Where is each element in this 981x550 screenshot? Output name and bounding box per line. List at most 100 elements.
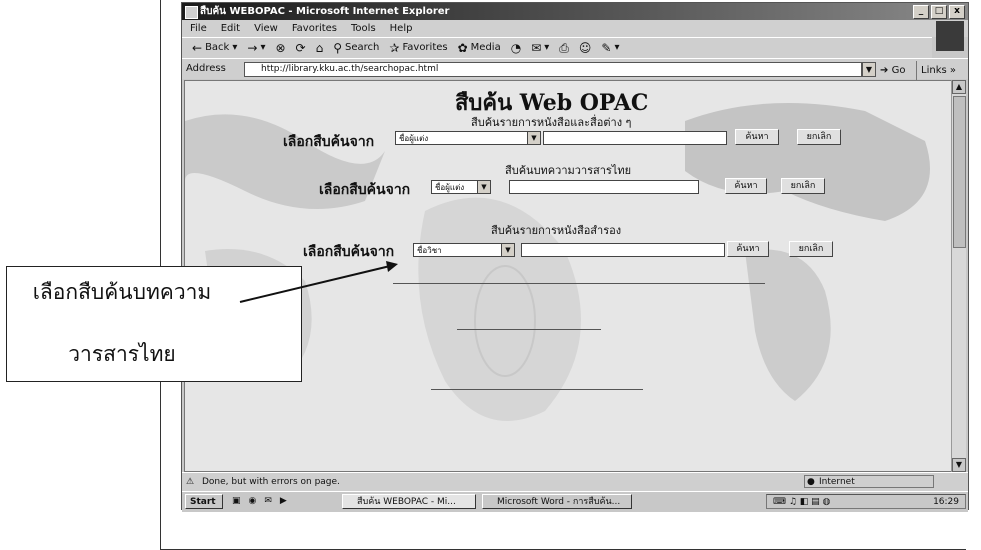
search-input[interactable] [509, 180, 699, 194]
cancel-button[interactable]: ยกเลิก [797, 129, 841, 145]
edit-icon: ✎ [601, 41, 612, 55]
select-value: ชื่อวิชา [417, 246, 442, 255]
tray-icons[interactable]: ⌨ ♫ ◧ ▤ ◍ [773, 495, 830, 510]
close-button[interactable]: x [949, 5, 965, 19]
menu-tools[interactable]: Tools [351, 20, 376, 37]
history-icon: ◔ [510, 41, 522, 55]
link-underline[interactable] [457, 329, 601, 330]
favorites-icon: ✰ [389, 41, 400, 55]
menu-edit[interactable]: Edit [221, 20, 240, 37]
menu-view[interactable]: View [254, 20, 278, 37]
search-button[interactable]: ค้นหา [725, 178, 767, 194]
chevron-down-icon: ▾ [544, 42, 550, 53]
print-icon: ⎙ [559, 41, 569, 55]
task-word-window[interactable]: Microsoft Word - การสืบค้น... [482, 494, 632, 509]
home-button[interactable]: ⌂ [316, 38, 324, 58]
media-icon[interactable]: ▶ [280, 494, 287, 509]
ie-icon [185, 6, 198, 19]
stop-button[interactable]: ⊗ [275, 38, 285, 58]
task-ie-window[interactable]: สืบค้น WEBOPAC - Mi... [342, 494, 476, 509]
media-label: Media [470, 42, 501, 53]
menu-file[interactable]: File [190, 20, 207, 37]
address-bar: Address http://library.kku.ac.th/searcho… [182, 58, 968, 81]
scroll-down-icon[interactable]: ▼ [952, 458, 966, 472]
status-bar: ⚠ Done, but with errors on page. ● Inter… [182, 472, 968, 491]
menu-help[interactable]: Help [390, 20, 413, 37]
search-input[interactable] [521, 243, 725, 257]
favorites-button[interactable]: ✰ Favorites [389, 38, 447, 58]
toolbar: ← Back ▾ → ▾ ⊗ ⟳ ⌂ ⚲ Search ✰ Favorites ✿ Medi… [182, 37, 932, 58]
zone-label: Internet [819, 477, 855, 487]
minimize-button[interactable]: _ [913, 5, 929, 19]
mail-button[interactable]: ✉ ▾ [531, 38, 549, 58]
menu-bar: File Edit View Favorites Tools Help [182, 20, 968, 37]
print-button[interactable]: ⎙ [559, 38, 569, 58]
search-label: Search [345, 42, 380, 53]
ie-icon[interactable]: ◉ [249, 494, 257, 509]
scroll-thumb[interactable] [953, 96, 966, 248]
link-underline[interactable] [393, 283, 765, 284]
home-icon: ⌂ [315, 41, 324, 55]
messenger-icon: ☺ [578, 41, 592, 55]
window-title: สืบค้น WEBOPAC - Microsoft Internet Expl… [200, 6, 450, 17]
address-dropdown-icon[interactable]: ▼ [862, 62, 876, 77]
stop-icon: ⊗ [275, 41, 286, 55]
edit-button[interactable]: ✎ ▾ [601, 38, 619, 58]
messenger-button[interactable]: ☺ [579, 38, 592, 58]
link-underline[interactable] [431, 389, 643, 390]
browser-window: สืบค้น WEBOPAC - Microsoft Internet Expl… [181, 2, 969, 512]
refresh-button[interactable]: ⟳ [296, 38, 306, 58]
chevron-down-icon: ▾ [614, 42, 620, 53]
cancel-button[interactable]: ยกเลิก [789, 241, 833, 257]
search-field-select[interactable]: ชื่อวิชา ▼ [413, 243, 515, 257]
go-label: Go [891, 65, 906, 76]
menu-favorites[interactable]: Favorites [292, 20, 337, 37]
search-from-label: เลือกสืบค้นจาก [319, 182, 411, 198]
vertical-scrollbar[interactable]: ▲ ▼ [951, 80, 966, 472]
desktop-icon[interactable]: ▣ [232, 494, 241, 509]
email-icon[interactable]: ✉ [264, 494, 272, 509]
go-arrow-icon: ➔ [880, 65, 889, 76]
windows-logo-icon [936, 21, 964, 51]
chevron-down-icon: ▼ [477, 181, 490, 193]
search-from-label: เลือกสืบค้นจาก [303, 244, 395, 260]
maximize-button[interactable]: □ [931, 5, 947, 19]
callout-text-line1: เลือกสืบค้นบทความ [32, 280, 212, 304]
page-error-icon[interactable]: ⚠ [186, 473, 194, 491]
history-button[interactable]: ◔ [511, 38, 521, 58]
refresh-icon: ⟳ [295, 41, 306, 55]
media-icon: ✿ [457, 41, 468, 55]
taskbar: Start ▣ ◉ ✉ ▶ สืบค้น WEBOPAC - Mi... Mic… [182, 491, 968, 512]
favorites-label: Favorites [402, 42, 448, 53]
section-subtitle: สืบค้นรายการหนังสือและสื่อต่าง ๆ [471, 116, 632, 129]
select-value: ชื่อผู้แต่ง [435, 183, 465, 192]
system-tray: ⌨ ♫ ◧ ▤ ◍ 16:29 [766, 494, 966, 509]
section-subtitle: สืบค้นรายการหนังสือสำรอง [491, 224, 622, 237]
chevron-down-icon: ▼ [501, 244, 514, 256]
search-icon: ⚲ [333, 41, 343, 55]
cancel-button[interactable]: ยกเลิก [781, 178, 825, 194]
mail-icon: ✉ [531, 41, 542, 55]
address-input[interactable]: http://library.kku.ac.th/searchopac.html [244, 62, 862, 77]
go-button[interactable]: ➔ Go [880, 61, 905, 81]
title-bar[interactable]: สืบค้น WEBOPAC - Microsoft Internet Expl… [182, 3, 968, 20]
select-value: ชื่อผู้แต่ง [399, 134, 429, 143]
start-button[interactable]: Start [185, 494, 223, 509]
search-field-select[interactable]: ชื่อผู้แต่ง ▼ [395, 131, 541, 145]
section-subtitle: สืบค้นบทความวารสารไทย [505, 164, 632, 177]
scroll-up-icon[interactable]: ▲ [952, 80, 966, 94]
forward-button[interactable]: → ▾ [247, 38, 265, 58]
forward-arrow-icon: → [247, 41, 258, 55]
address-label: Address [186, 63, 226, 74]
search-button[interactable]: ⚲ Search [333, 38, 379, 58]
chevron-down-icon: ▾ [232, 42, 238, 53]
search-button[interactable]: ค้นหา [735, 129, 779, 145]
media-button[interactable]: ✿ Media [458, 38, 501, 58]
search-from-label: เลือกสืบค้นจาก [283, 134, 375, 150]
search-field-select[interactable]: ชื่อผู้แต่ง ▼ [431, 180, 491, 194]
links-button[interactable]: Links » [916, 61, 956, 81]
back-button[interactable]: ← Back ▾ [192, 38, 237, 58]
back-arrow-icon: ← [192, 41, 203, 55]
search-input[interactable] [543, 131, 727, 145]
search-button[interactable]: ค้นหา [727, 241, 769, 257]
